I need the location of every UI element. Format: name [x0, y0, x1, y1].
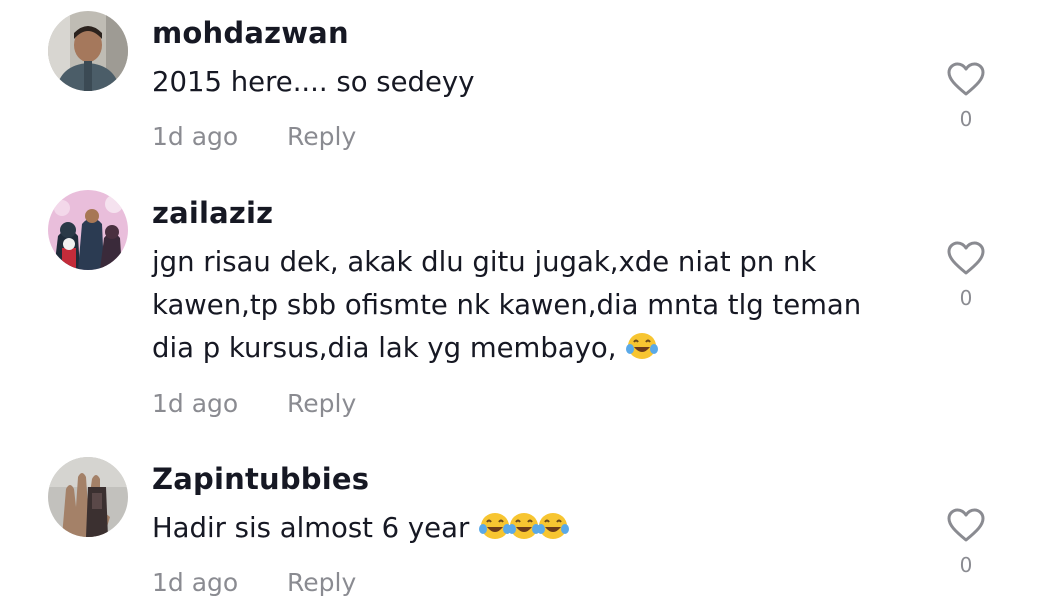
comment-text-line: Hadir sis almost 6 year [152, 507, 912, 550]
reply-button[interactable]: Reply [287, 122, 356, 151]
comment-text: 2015 here.... so sedeyy [152, 61, 912, 104]
heart-outline-icon[interactable] [946, 240, 986, 276]
comment-text-segment: Hadir sis almost 6 year [152, 512, 470, 544]
comment-text-segment: dia p kursus,dia lak yg membayo, [152, 332, 617, 364]
heart-outline-icon[interactable] [946, 507, 986, 543]
comment-timestamp: 1d ago [152, 122, 239, 151]
emoji-group [625, 327, 659, 370]
comment-timestamp: 1d ago [152, 389, 239, 418]
comment-text-line: jgn risau dek, akak dlu gitu jugak,xde n… [152, 246, 817, 278]
comment-meta: 1d ago Reply [152, 122, 356, 151]
avatar-image [48, 457, 128, 537]
comment-list: mohdazwan 2015 here.... so sedeyy 1d ago… [0, 0, 1044, 616]
heart-outline-icon[interactable] [946, 61, 986, 97]
comment-text-line: kawen,tp sbb ofismte nk kawen,dia mnta t… [152, 289, 862, 321]
comment-meta: 1d ago Reply [152, 568, 356, 597]
like-control: 0 [946, 240, 986, 310]
reply-button[interactable]: Reply [287, 389, 356, 418]
comment-username[interactable]: Zapintubbies [152, 462, 369, 496]
comment-text-line: 2015 here.... so sedeyy [152, 66, 475, 98]
reply-button[interactable]: Reply [287, 568, 356, 597]
face-with-tears-of-joy-icon [626, 333, 659, 359]
like-count: 0 [959, 286, 973, 310]
comment-text-line: dia p kursus,dia lak yg membayo, [152, 327, 912, 370]
like-control: 0 [946, 61, 986, 131]
comment-text: Hadir sis almost 6 year [152, 507, 912, 550]
comment-text: jgn risau dek, akak dlu gitu jugak,xde n… [152, 241, 912, 370]
like-count: 0 [959, 107, 973, 131]
like-count: 0 [959, 553, 973, 577]
comment-username[interactable]: mohdazwan [152, 16, 349, 50]
comment-meta: 1d ago Reply [152, 389, 356, 418]
emoji-group [478, 507, 570, 550]
avatar[interactable] [48, 11, 128, 91]
comment-username[interactable]: zailaziz [152, 196, 273, 230]
face-with-tears-of-joy-icon [537, 513, 570, 539]
avatar[interactable] [48, 457, 128, 537]
avatar[interactable] [48, 190, 128, 270]
avatar-image [48, 190, 128, 270]
comment-timestamp: 1d ago [152, 568, 239, 597]
like-control: 0 [946, 507, 986, 577]
avatar-image [48, 11, 128, 91]
